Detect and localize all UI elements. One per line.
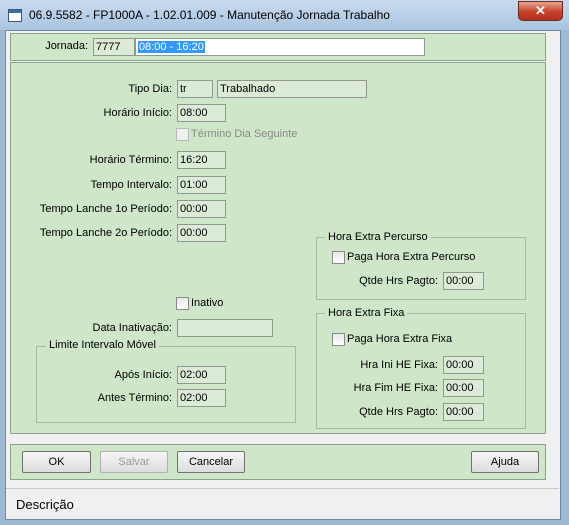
hra-fim-label: Hra Fim HE Fixa: bbox=[353, 382, 438, 394]
paga-hora-extra-percurso-checkbox[interactable] bbox=[332, 251, 345, 264]
apos-inicio-label: Após Início: bbox=[114, 369, 172, 381]
percurso-qtde-label: Qtde Hrs Pagto: bbox=[359, 275, 438, 287]
description-bar bbox=[6, 488, 559, 519]
paga-hora-extra-fixa-label: Paga Hora Extra Fixa bbox=[347, 333, 453, 345]
hra-fim-field[interactable]: 00:00 bbox=[443, 379, 484, 397]
tempo-intervalo-field[interactable]: 01:00 bbox=[177, 176, 226, 194]
horario-inicio-label: Horário Início: bbox=[103, 107, 172, 119]
hora-extra-percurso-title: Hora Extra Percurso bbox=[325, 231, 431, 243]
tipo-dia-label: Tipo Dia: bbox=[128, 83, 172, 95]
data-inativacao-label: Data Inativação: bbox=[92, 322, 173, 334]
fixa-qtde-field[interactable]: 00:00 bbox=[443, 403, 484, 421]
hora-extra-percurso-group bbox=[316, 237, 526, 300]
paga-hora-extra-percurso-label: Paga Hora Extra Percurso bbox=[347, 251, 476, 263]
tempo-intervalo-label: Tempo Intervalo: bbox=[90, 179, 172, 191]
horario-termino-field[interactable]: 16:20 bbox=[177, 151, 226, 169]
percurso-qtde-field[interactable]: 00:00 bbox=[443, 272, 484, 290]
limite-intervalo-group bbox=[36, 346, 296, 423]
antes-termino-label: Antes Término: bbox=[97, 392, 172, 404]
horario-inicio-field[interactable]: 08:00 bbox=[177, 104, 226, 122]
hra-ini-field[interactable]: 00:00 bbox=[443, 356, 484, 374]
cancelar-button[interactable]: Cancelar bbox=[177, 451, 245, 473]
inativo-label: Inativo bbox=[191, 297, 224, 309]
horario-termino-label: Horário Término: bbox=[89, 154, 172, 166]
paga-hora-extra-fixa-checkbox[interactable] bbox=[332, 333, 345, 346]
ajuda-button[interactable]: Ajuda bbox=[471, 451, 539, 473]
salvar-button[interactable]: Salvar bbox=[100, 451, 168, 473]
jornada-desc-selected-text: 08:00 - 16:20 bbox=[138, 41, 205, 53]
tipo-dia-code-field[interactable]: tr bbox=[177, 80, 213, 98]
tipo-dia-desc-field: Trabalhado bbox=[217, 80, 367, 98]
hora-extra-fixa-title: Hora Extra Fixa bbox=[325, 307, 408, 319]
jornada-code-field[interactable]: 7777 bbox=[93, 38, 135, 56]
close-button[interactable]: ✕ bbox=[518, 1, 563, 21]
ok-button[interactable]: OK bbox=[22, 451, 91, 473]
jornada-label: Jornada: bbox=[45, 40, 88, 52]
limite-intervalo-title: Limite Intervalo Móvel bbox=[46, 339, 159, 351]
termino-dia-seguinte-checkbox[interactable] bbox=[176, 128, 189, 141]
termino-dia-seguinte-label: Término Dia Seguinte bbox=[191, 128, 298, 140]
app-window-icon bbox=[8, 9, 22, 22]
data-inativacao-field[interactable] bbox=[177, 319, 273, 337]
tempo-lanche-2-label: Tempo Lanche 2o Período: bbox=[39, 227, 172, 239]
tempo-lanche-1-label: Tempo Lanche 1o Período: bbox=[39, 203, 172, 215]
antes-termino-field[interactable]: 02:00 bbox=[177, 389, 226, 407]
tempo-lanche-1-field[interactable]: 00:00 bbox=[177, 200, 226, 218]
jornada-desc-field[interactable]: 08:00 - 16:20 bbox=[135, 38, 425, 56]
hra-ini-label: Hra Ini HE Fixa: bbox=[360, 359, 438, 371]
fixa-qtde-label: Qtde Hrs Pagto: bbox=[359, 406, 438, 418]
window-title: 06.9.5582 - FP1000A - 1.02.01.009 - Manu… bbox=[29, 8, 390, 22]
inativo-checkbox[interactable] bbox=[176, 297, 189, 310]
apos-inicio-field[interactable]: 02:00 bbox=[177, 366, 226, 384]
descricao-label: Descrição bbox=[16, 497, 74, 512]
tempo-lanche-2-field[interactable]: 00:00 bbox=[177, 224, 226, 242]
